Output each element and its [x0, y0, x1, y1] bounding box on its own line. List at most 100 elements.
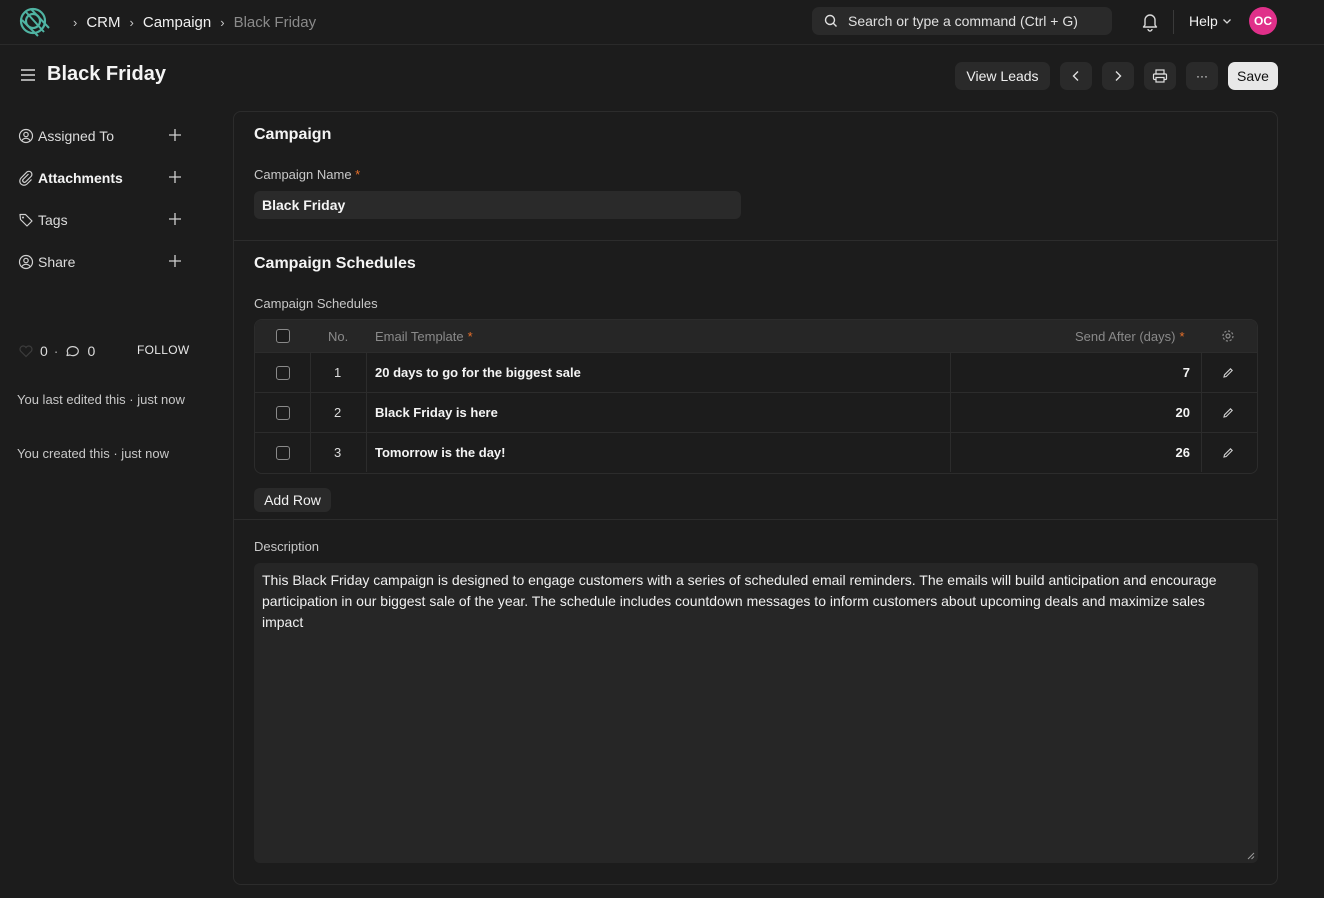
gear-icon[interactable] — [1221, 329, 1235, 343]
stats-separator: · — [53, 343, 59, 359]
table-row[interactable]: 3 Tomorrow is the day! 26 — [255, 432, 1257, 472]
row-number: 2 — [334, 405, 342, 420]
col-header-template: Email Template * — [375, 320, 473, 352]
chevron-right-icon: › — [129, 14, 134, 30]
app-logo-icon[interactable] — [18, 6, 52, 38]
select-all-cell — [276, 320, 290, 352]
chevron-right-icon: › — [73, 14, 78, 30]
sidebar-item-tags[interactable]: Tags — [18, 210, 188, 230]
help-dropdown[interactable]: Help — [1189, 13, 1232, 29]
row-select-cell — [276, 433, 290, 472]
tag-icon — [19, 213, 33, 227]
heart-icon[interactable] — [18, 344, 34, 358]
sidebar-item-attachments[interactable]: Attachments — [18, 168, 188, 188]
avatar[interactable]: OC — [1249, 7, 1277, 35]
table-row[interactable]: 1 20 days to go for the biggest sale 7 — [255, 352, 1257, 392]
sidebar-item-share[interactable]: Share — [18, 252, 188, 272]
pencil-icon[interactable] — [1222, 407, 1234, 419]
search-input[interactable]: Search or type a command (Ctrl + G) — [812, 7, 1112, 35]
help-label: Help — [1189, 13, 1218, 29]
bell-icon[interactable] — [1141, 12, 1159, 32]
email-template-cell[interactable]: Tomorrow is the day! — [375, 433, 506, 472]
chevron-right-icon — [1115, 71, 1122, 81]
plus-icon[interactable] — [168, 254, 182, 268]
comment-icon[interactable] — [64, 344, 80, 358]
follow-button[interactable]: FOLLOW — [137, 343, 189, 357]
email-template-cell[interactable]: 20 days to go for the biggest sale — [375, 353, 581, 392]
row-edit-cell — [1222, 393, 1234, 432]
cell-divider — [366, 353, 367, 392]
search-placeholder: Search or type a command (Ctrl + G) — [848, 13, 1078, 29]
section-title-campaign: Campaign — [254, 126, 332, 143]
pencil-icon[interactable] — [1222, 367, 1234, 379]
section-title-schedules: Campaign Schedules — [254, 255, 416, 272]
page-title: Black Friday — [47, 63, 166, 85]
add-row-button[interactable]: Add Row — [254, 488, 331, 512]
cell-divider — [950, 433, 951, 472]
comments-count: 0 — [87, 343, 96, 359]
cell-divider — [366, 393, 367, 432]
campaign-name-label-text: Campaign Name — [254, 167, 352, 182]
plus-icon[interactable] — [168, 170, 182, 184]
row-edit-cell — [1222, 433, 1234, 472]
resize-handle-icon[interactable] — [1247, 852, 1255, 860]
plus-icon[interactable] — [168, 128, 182, 142]
pencil-icon[interactable] — [1222, 447, 1234, 459]
print-button[interactable] — [1144, 62, 1176, 90]
sidebar-item-label: Assigned To — [38, 128, 115, 144]
last-edited-text: You last edited this · just now — [17, 392, 185, 407]
cell-divider — [310, 353, 311, 392]
cell-divider — [950, 353, 951, 392]
printer-icon — [1152, 69, 1168, 83]
col-header-template-text: Email Template — [375, 328, 464, 344]
breadcrumb-campaign[interactable]: Campaign — [143, 14, 211, 31]
description-label: Description — [254, 539, 320, 554]
chevron-down-icon — [1222, 19, 1231, 24]
cell-divider — [310, 393, 311, 432]
select-all-checkbox[interactable] — [276, 329, 290, 343]
breadcrumb: › CRM › Campaign › Black Friday — [64, 0, 316, 44]
share-user-icon — [18, 254, 34, 270]
cell-divider — [1201, 353, 1202, 392]
created-text: You created this · just now — [17, 446, 169, 461]
table-row[interactable]: 2 Black Friday is here 20 — [255, 392, 1257, 432]
section-divider — [234, 519, 1277, 520]
col-header-no: No. — [328, 328, 349, 344]
view-leads-button[interactable]: View Leads — [955, 62, 1050, 90]
campaign-form-card: Campaign Campaign Name * Black Friday Ca… — [233, 111, 1278, 885]
col-header-days: Send After (days) * — [1075, 320, 1185, 352]
row-number: 3 — [334, 445, 342, 460]
breadcrumb-crm[interactable]: CRM — [86, 14, 120, 31]
previous-button[interactable] — [1060, 62, 1092, 90]
column-settings-cell — [1221, 320, 1235, 352]
next-button[interactable] — [1102, 62, 1134, 90]
campaign-name-label: Campaign Name * — [254, 167, 360, 182]
row-number: 1 — [334, 365, 342, 380]
row-checkbox[interactable] — [276, 365, 290, 380]
sidebar-item-label: Attachments — [38, 170, 123, 186]
cell-divider — [950, 393, 951, 432]
description-text: This Black Friday campaign is designed t… — [262, 572, 1217, 630]
cell-divider — [1201, 393, 1202, 432]
send-after-days-cell[interactable]: 26 — [1176, 433, 1190, 472]
breadcrumb-current[interactable]: Black Friday — [234, 14, 317, 31]
sidebar-item-label: Share — [38, 254, 76, 270]
save-button[interactable]: Save — [1228, 62, 1278, 90]
send-after-days-cell[interactable]: 20 — [1176, 393, 1190, 432]
email-template-cell[interactable]: Black Friday is here — [375, 393, 498, 432]
user-circle-icon — [18, 128, 34, 144]
send-after-days-cell[interactable]: 7 — [1183, 353, 1190, 392]
col-header-days-text: Send After (days) — [1075, 328, 1176, 344]
description-textarea[interactable]: This Black Friday campaign is designed t… — [254, 563, 1258, 863]
schedules-table-label: Campaign Schedules — [254, 296, 378, 311]
chevron-right-icon: › — [220, 14, 225, 30]
plus-icon[interactable] — [168, 212, 182, 226]
row-checkbox[interactable] — [276, 405, 290, 420]
search-icon — [824, 14, 837, 27]
more-options-button[interactable]: ··· — [1186, 62, 1218, 90]
sidebar-item-assigned-to[interactable]: Assigned To — [18, 126, 188, 146]
menu-icon[interactable] — [20, 68, 36, 82]
row-checkbox[interactable] — [276, 445, 290, 460]
navbar-divider — [1173, 10, 1174, 34]
campaign-name-field[interactable]: Black Friday — [254, 191, 741, 219]
